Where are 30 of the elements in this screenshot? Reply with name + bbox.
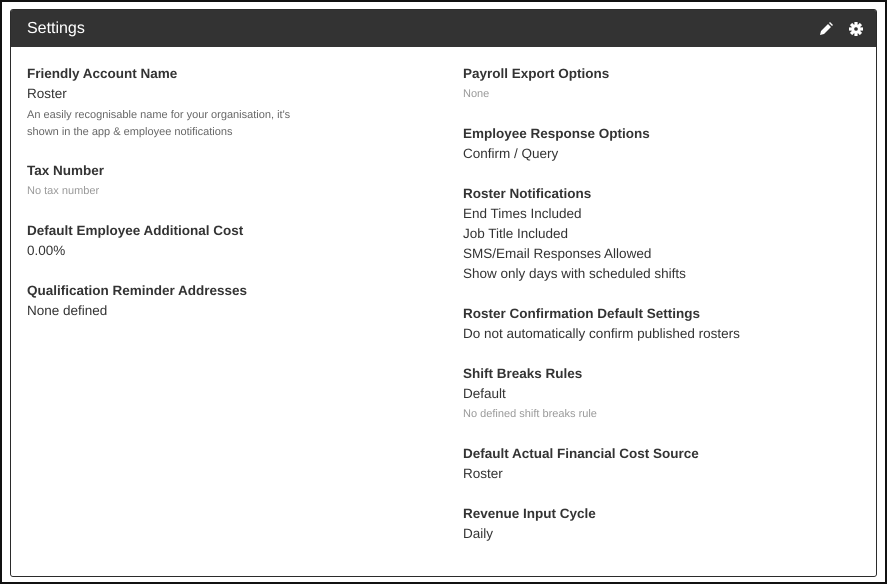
setting-value: Confirm / Query: [463, 145, 560, 163]
setting-value: Job Title Included: [463, 225, 570, 243]
setting-value: SMS/Email Responses Allowed: [463, 245, 652, 263]
setting-label: Qualification Reminder Addresses: [27, 282, 248, 300]
setting-value: End Times Included: [463, 205, 583, 223]
setting-label: Revenue Input Cycle: [463, 505, 597, 523]
empty-value: No tax number: [27, 184, 100, 199]
setting-label: Default Employee Additional Cost: [27, 222, 244, 240]
help-text: An easily recognisable name for your organisation, it's shown in the app & employee notifications: [27, 108, 292, 140]
setting-label: Payroll Export Options: [463, 65, 610, 83]
setting-label: Employee Response Options: [463, 125, 651, 143]
setting-label: Tax Number: [27, 162, 106, 180]
setting-value: Roster: [27, 85, 68, 103]
settings-icon[interactable]: [849, 22, 863, 36]
empty-value: No defined shift breaks rule: [463, 407, 598, 422]
setting-label: Roster Notifications: [463, 185, 592, 203]
edit-icon[interactable]: [819, 22, 833, 36]
setting-label: Friendly Account Name: [27, 65, 178, 83]
empty-value: None: [463, 87, 490, 102]
setting-label: Default Actual Financial Cost Source: [463, 445, 700, 463]
setting-label: Shift Breaks Rules: [463, 365, 584, 383]
setting-value: None defined: [27, 302, 108, 320]
setting-value: Daily: [463, 525, 494, 543]
panel-title: Settings: [27, 20, 86, 38]
setting-value: 0.00%: [27, 242, 66, 260]
setting-value: Do not automatically confirm published rosters: [463, 325, 741, 343]
setting-value: Show only days with scheduled shifts: [463, 265, 687, 283]
setting-value: Roster: [463, 465, 504, 483]
setting-value: Default: [463, 385, 507, 403]
setting-label: Roster Confirmation Default Settings: [463, 305, 702, 323]
